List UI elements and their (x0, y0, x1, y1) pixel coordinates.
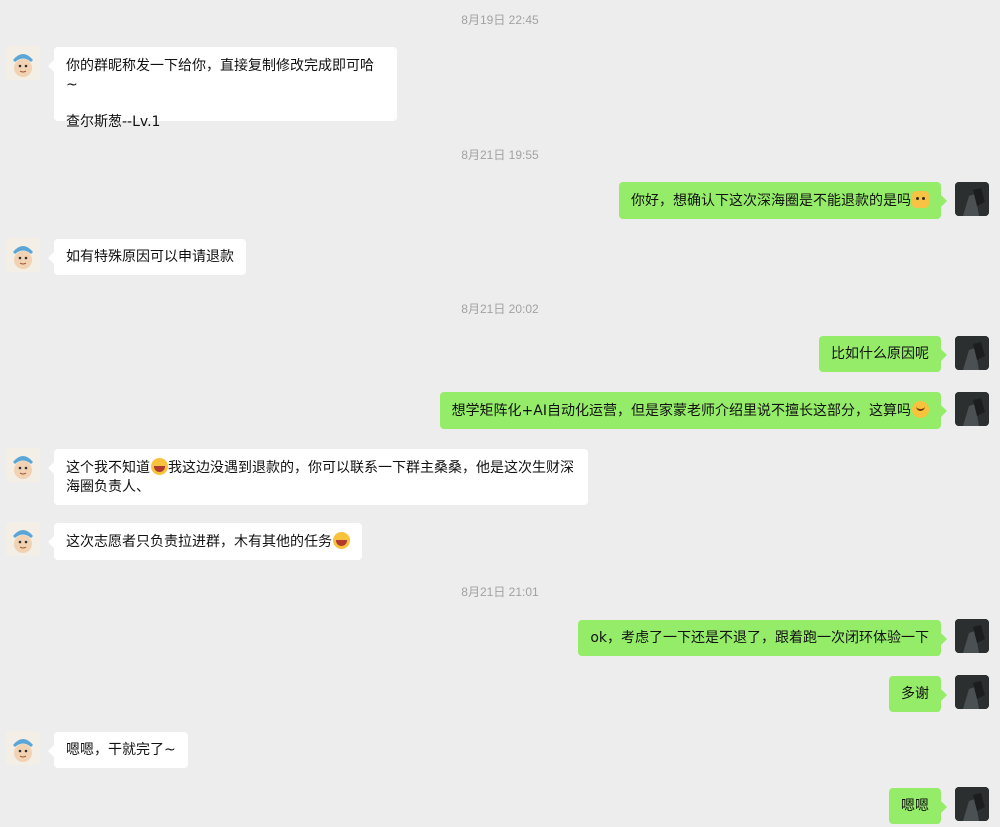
my-avatar[interactable] (955, 182, 989, 216)
message-text: 这次志愿者只负责拉进群，木有其他的任务 (66, 534, 332, 550)
message-bubble-sent[interactable]: ok，考虑了一下还是不退了，跟着跑一次闭环体验一下 (578, 620, 947, 656)
laughing-emoji-icon (151, 458, 168, 475)
message-text: 想学矩阵化+AI自动化运营，但是家蒙老师介绍里说不擅长这部分，这算吗 (451, 403, 911, 419)
my-avatar[interactable] (955, 675, 989, 709)
my-avatar[interactable] (955, 619, 989, 653)
message-bubble-received[interactable]: 这次志愿者只负责拉进群，木有其他的任务 (48, 523, 362, 560)
cartoon-avatar-icon (6, 731, 40, 765)
message-text: 嗯嗯，干就完了~ (66, 742, 176, 758)
timestamp: 8月21日 21:01 (461, 585, 539, 599)
contact-avatar[interactable] (6, 46, 40, 80)
timestamp: 8月21日 20:02 (461, 302, 539, 316)
message-bubble-sent[interactable]: 你好，想确认下这次深海圈是不能退款的是吗 (619, 182, 947, 219)
timestamp: 8月19日 22:45 (461, 13, 539, 27)
message-text: 我这边没遇到退款的，你可以联系一下群主桑桑，他是这次生财深 (168, 460, 574, 476)
message-text: 你的群昵称发一下给你，直接复制修改完成即可哈~ (66, 58, 374, 93)
message-bubble-received[interactable]: 你的群昵称发一下给你，直接复制修改完成即可哈~ 查尔斯葱--Lv.1 (48, 47, 397, 130)
timestamp: 8月21日 19:55 (461, 148, 539, 162)
dark-photo-avatar-icon (955, 182, 989, 216)
message-bubble-sent[interactable]: 想学矩阵化+AI自动化运营，但是家蒙老师介绍里说不擅长这部分，这算吗 (439, 392, 948, 429)
contact-avatar[interactable] (6, 522, 40, 556)
message-text: 这个我不知道 (66, 460, 150, 476)
my-avatar[interactable] (955, 787, 989, 821)
contact-avatar[interactable] (6, 448, 40, 482)
message-bubble-received[interactable]: 如有特殊原因可以申请退款 (48, 239, 246, 275)
message-text: 多谢 (901, 686, 929, 702)
cartoon-avatar-icon (6, 522, 40, 556)
message-text: 你好，想确认下这次深海圈是不能退款的是吗 (631, 193, 911, 209)
cartoon-avatar-icon (6, 46, 40, 80)
cartoon-avatar-icon (6, 238, 40, 272)
my-avatar[interactable] (955, 392, 989, 426)
dark-photo-avatar-icon (955, 392, 989, 426)
message-text: 比如什么原因呢 (831, 346, 929, 362)
upside-down-face-emoji-icon (912, 401, 929, 418)
message-text: 如有特殊原因可以申请退款 (66, 249, 234, 265)
dark-photo-avatar-icon (955, 787, 989, 821)
my-avatar[interactable] (955, 336, 989, 370)
message-text: 嗯嗯 (901, 798, 929, 814)
laughing-emoji-icon (333, 532, 350, 549)
message-bubble-sent[interactable]: 多谢 (889, 676, 947, 712)
cat-face-emoji-icon (912, 191, 929, 208)
cartoon-avatar-icon (6, 448, 40, 482)
message-text: ok，考虑了一下还是不退了，跟着跑一次闭环体验一下 (590, 630, 929, 646)
message-bubble-sent[interactable]: 嗯嗯 (889, 788, 947, 824)
message-bubble-received[interactable]: 嗯嗯，干就完了~ (48, 732, 188, 768)
contact-avatar[interactable] (6, 731, 40, 765)
message-bubble-sent[interactable]: 比如什么原因呢 (819, 336, 947, 372)
message-text: 查尔斯葱--Lv.1 (66, 114, 161, 130)
message-text: 海圈负责人、 (66, 479, 150, 495)
contact-avatar[interactable] (6, 238, 40, 272)
dark-photo-avatar-icon (955, 619, 989, 653)
message-bubble-received[interactable]: 这个我不知道 我这边没遇到退款的，你可以联系一下群主桑桑，他是这次生财深 海圈负责… (48, 449, 588, 505)
dark-photo-avatar-icon (955, 336, 989, 370)
dark-photo-avatar-icon (955, 675, 989, 709)
